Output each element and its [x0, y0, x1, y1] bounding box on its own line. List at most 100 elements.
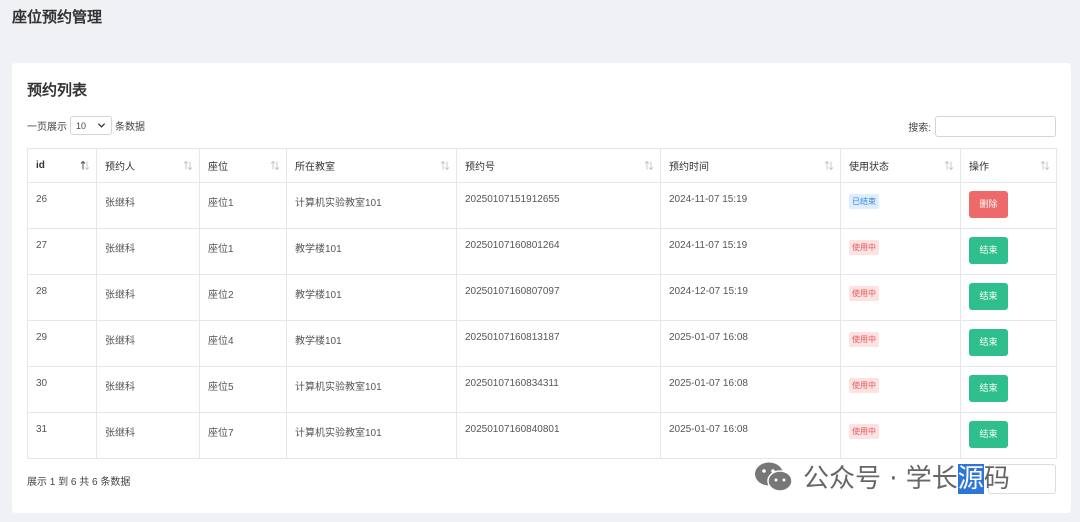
column-header[interactable]: 操作 [960, 148, 1057, 183]
cell-person: 张继科 [96, 182, 200, 229]
column-header-label: 预约时间 [669, 162, 709, 173]
table-info: 展示 1 到 6 共 6 条数据 [27, 477, 131, 488]
cell-id: 28 [27, 274, 97, 321]
reservation-table: id 预约人 座位 所在教室 预约号 预约时间 使用状态 操作 26 张继科 座位1 计算机实验教室… [27, 148, 1057, 459]
cell-time: 2024-11-07 15:19 [660, 228, 841, 275]
cell-seat: 座位2 [199, 274, 287, 321]
watermark-text-a: 公众号 · 学长 [803, 464, 958, 494]
end-button[interactable]: 结束 [969, 329, 1008, 356]
cell-status: 使用中 [840, 366, 961, 413]
table-row: 26 张继科 座位1 计算机实验教室101 20250107151912655 2024-… [27, 182, 1057, 229]
cell-person: 张继科 [96, 412, 200, 459]
search-input[interactable] [935, 116, 1056, 137]
cell-status: 已结束 [840, 182, 961, 229]
column-header-label: 预约号 [465, 162, 495, 173]
column-header[interactable]: 使用状态 [840, 148, 961, 183]
watermark-text: 公众号 · 学长源码 [803, 458, 1010, 495]
cell-status: 使用中 [840, 320, 961, 367]
cell-number: 20250107160801264 [456, 228, 661, 275]
status-badge: 使用中 [849, 240, 879, 255]
search-label: 搜索: [908, 123, 931, 134]
column-header[interactable]: 所在教室 [286, 148, 457, 183]
status-badge: 使用中 [849, 424, 879, 439]
cell-room: 教学楼101 [286, 320, 457, 367]
table-row: 28 张继科 座位2 教学楼101 20250107160807097 2024-12-0… [27, 274, 1057, 321]
cell-action: 结束 [960, 320, 1057, 367]
cell-action: 结束 [960, 366, 1057, 413]
cell-person: 张继科 [96, 320, 200, 367]
cell-time: 2024-11-07 15:19 [660, 182, 841, 229]
status-badge: 已结束 [849, 194, 879, 209]
cell-person: 张继科 [96, 228, 200, 275]
table-header-row: id 预约人 座位 所在教室 预约号 预约时间 使用状态 操作 [27, 148, 1057, 183]
cell-person: 张继科 [96, 366, 200, 413]
status-badge: 使用中 [849, 286, 879, 301]
chevron-down-icon [97, 123, 106, 128]
cell-id: 26 [27, 182, 97, 229]
end-button[interactable]: 结束 [969, 283, 1008, 310]
cell-action: 结束 [960, 412, 1057, 459]
wechat-icon [755, 462, 793, 492]
column-header-label: id [36, 160, 45, 171]
cell-seat: 座位5 [199, 366, 287, 413]
cell-time: 2025-01-07 16:08 [660, 320, 841, 367]
end-button[interactable]: 结束 [969, 421, 1008, 448]
cell-person: 张继科 [96, 274, 200, 321]
cell-seat: 座位7 [199, 412, 287, 459]
cell-id: 30 [27, 366, 97, 413]
column-header-label: 座位 [208, 162, 228, 173]
watermark-text-b: 码 [983, 464, 1010, 494]
cell-number: 20250107151912655 [456, 182, 661, 229]
cell-id: 31 [27, 412, 97, 459]
column-header[interactable]: 预约号 [456, 148, 661, 183]
watermark-text-highlight: 源 [957, 464, 984, 494]
table-row: 27 张继科 座位1 教学楼101 20250107160801264 2024-11-0… [27, 228, 1057, 275]
column-header[interactable]: id [27, 148, 97, 183]
sort-icon [440, 160, 450, 171]
cell-number: 20250107160813187 [456, 320, 661, 367]
cell-status: 使用中 [840, 228, 961, 275]
column-header[interactable]: 座位 [199, 148, 287, 183]
cell-room: 教学楼101 [286, 274, 457, 321]
cell-time: 2025-01-07 16:08 [660, 412, 841, 459]
cell-id: 27 [27, 228, 97, 275]
cell-room: 教学楼101 [286, 228, 457, 275]
status-badge: 使用中 [849, 378, 879, 393]
cell-room: 计算机实验教室101 [286, 182, 457, 229]
table-row: 31 张继科 座位7 计算机实验教室101 20250107160840801 2025-… [27, 412, 1057, 459]
cell-room: 计算机实验教室101 [286, 366, 457, 413]
end-button[interactable]: 结束 [969, 237, 1008, 264]
cell-time: 2024-12-07 15:19 [660, 274, 841, 321]
sort-icon [1040, 160, 1050, 171]
cell-status: 使用中 [840, 274, 961, 321]
length-menu: 一页展示 10 条数据 [27, 116, 145, 135]
status-badge: 使用中 [849, 332, 879, 347]
column-header[interactable]: 预约人 [96, 148, 200, 183]
cell-action: 结束 [960, 274, 1057, 321]
delete-button[interactable]: 删除 [969, 191, 1008, 218]
page-length-value: 10 [76, 120, 87, 131]
cell-id: 29 [27, 320, 97, 367]
sort-icon [183, 160, 193, 171]
cell-seat: 座位4 [199, 320, 287, 367]
sort-icon [644, 160, 654, 171]
cell-number: 20250107160840801 [456, 412, 661, 459]
column-header[interactable]: 预约时间 [660, 148, 841, 183]
cell-seat: 座位1 [199, 182, 287, 229]
table-row: 29 张继科 座位4 教学楼101 20250107160813187 2025-01-0… [27, 320, 1057, 367]
column-header-label: 预约人 [105, 162, 135, 173]
end-button[interactable]: 结束 [969, 375, 1008, 402]
length-prefix: 一页展示 [27, 122, 67, 133]
cell-room: 计算机实验教室101 [286, 412, 457, 459]
page-title: 座位预约管理 [12, 9, 103, 26]
sort-icon [944, 160, 954, 171]
search-row: 搜索: [908, 116, 1056, 137]
page-length-select[interactable]: 10 [70, 116, 112, 135]
sort-icon [80, 160, 90, 171]
cell-status: 使用中 [840, 412, 961, 459]
cell-time: 2025-01-07 16:08 [660, 366, 841, 413]
column-header-label: 使用状态 [849, 162, 889, 173]
cell-action: 删除 [960, 182, 1057, 229]
sort-icon [824, 160, 834, 171]
cell-action: 结束 [960, 228, 1057, 275]
